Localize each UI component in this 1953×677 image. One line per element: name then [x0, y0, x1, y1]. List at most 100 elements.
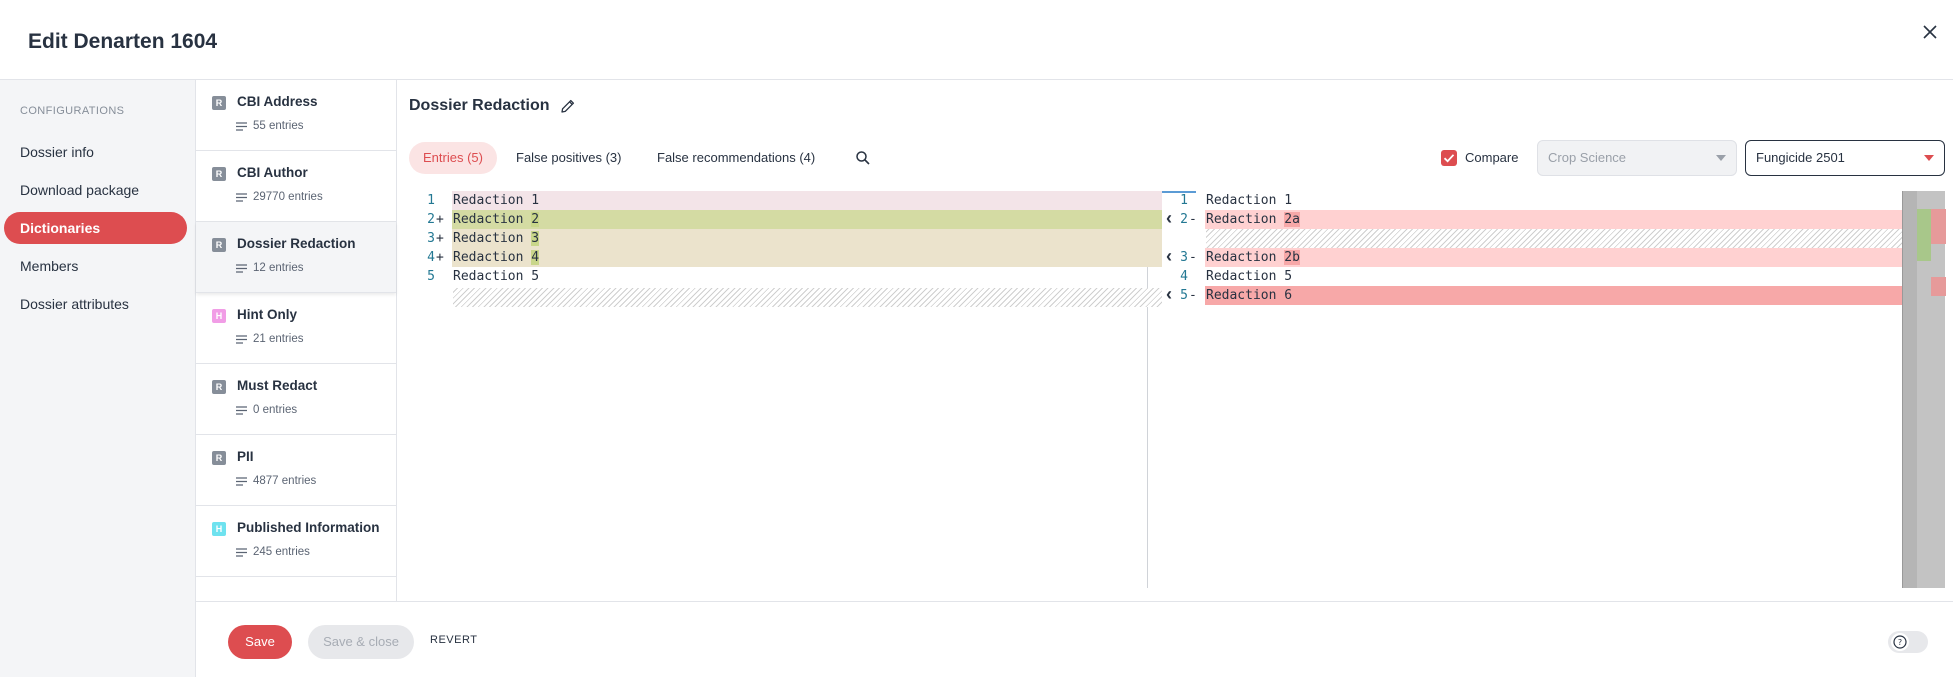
diff-pane-original[interactable]: 1 Redaction 1 2 + Redaction 2 3 + Redaction 3 4 +… [409, 191, 1196, 588]
dictionary-item[interactable]: R Must Redact 0 entries [196, 364, 396, 435]
dialog-footer: Save Save & close REVERT ? [196, 601, 1953, 677]
tab-false-positives[interactable]: False positives (3) [502, 142, 635, 174]
diff-line-token: 5 [531, 269, 540, 284]
edit-pencil-icon[interactable] [559, 97, 577, 115]
minimap[interactable] [1902, 191, 1946, 588]
line-number: 4 [427, 250, 435, 265]
diff-sign: + [436, 231, 444, 246]
diff-line[interactable]: Redaction 2 [453, 210, 540, 229]
sidebar-item-members[interactable]: Members [4, 250, 187, 282]
diff-line[interactable]: Redaction 2b [1206, 248, 1300, 267]
diff-sign: - [1189, 250, 1197, 265]
diff-line-text: Redaction [453, 193, 532, 208]
dictionary-entry-count: 12 entries [253, 262, 304, 274]
help-mode-toggle[interactable]: ? [1888, 631, 1928, 653]
dictionary-name: Dossier Redaction [237, 236, 356, 251]
diff-sign: + [436, 212, 444, 227]
diff-line-token: 4 [531, 250, 540, 265]
compare-target-select[interactable]: Fungicide 2501 [1745, 140, 1945, 176]
dictionary-name: Must Redact [237, 378, 318, 393]
diff-line-text: Redaction [453, 231, 532, 246]
diff-line[interactable]: Redaction 5 [453, 267, 539, 286]
dictionary-entry-count: 21 entries [253, 333, 304, 345]
dictionary-type-badge: H [212, 309, 226, 323]
minimap-removed-marker [1931, 209, 1946, 244]
line-number: 2 [427, 212, 435, 227]
diff-line[interactable]: Redaction 5 [1206, 267, 1292, 286]
compare-label: Compare [1465, 150, 1519, 165]
sidebar-item-dossier-attributes[interactable]: Dossier attributes [4, 288, 187, 320]
sidebar-item-dictionaries[interactable]: Dictionaries [4, 212, 187, 244]
dictionary-list: R CBI Address 55 entries R CBI Author 29770 e… [196, 80, 397, 601]
diff-line[interactable]: Redaction 4 [453, 248, 540, 267]
diff-line-token: 3 [531, 231, 540, 246]
line-number: 1 [427, 193, 435, 208]
dictionary-item[interactable]: R PII 4877 entries [196, 435, 396, 506]
dictionary-type-badge: R [212, 380, 226, 394]
diff-line-token: 2b [1284, 250, 1300, 265]
diff-pane-modified[interactable]: 1 Redaction 1 ‹ 2- Redaction 2a ‹ 3- Redaction … [1162, 191, 1902, 588]
diff-line-background [452, 191, 1162, 210]
sidebar-item-dossier-info[interactable]: Dossier info [4, 136, 187, 168]
diff-line[interactable]: Redaction 6 [1206, 286, 1293, 305]
dictionary-item[interactable]: R Dossier Redaction 12 entries [196, 222, 396, 293]
dictionary-item[interactable]: R CBI Author 29770 entries [196, 151, 396, 222]
close-icon[interactable] [1918, 20, 1942, 44]
config-sidebar: CONFIGURATIONS Dossier info Download pac… [0, 80, 196, 677]
sidebar-item-download-package[interactable]: Download package [4, 174, 187, 206]
dictionary-name: Published Information [237, 520, 380, 535]
minimap-slider[interactable] [1903, 191, 1917, 588]
checkmark-icon [1443, 154, 1455, 163]
list-icon [236, 193, 247, 202]
tab-entries[interactable]: Entries (5) [409, 142, 497, 174]
diff-line-text: Redaction [1206, 269, 1285, 284]
dictionary-item[interactable]: H Hint Only 21 entries [196, 293, 396, 364]
diff-line-token: 1 [1284, 193, 1293, 208]
dictionary-name: CBI Author [237, 165, 308, 180]
diff-line-text: Redaction [453, 250, 532, 265]
dictionary-type-badge: R [212, 451, 226, 465]
diff-line[interactable]: Redaction 2a [1206, 210, 1300, 229]
list-icon [236, 548, 247, 557]
diff-line[interactable]: Redaction 1 [1206, 191, 1292, 210]
diff-placeholder-hatch [1206, 229, 1902, 248]
dictionary-entry-count: 55 entries [253, 120, 304, 132]
tab-false-recommendations[interactable]: False recommendations (4) [643, 142, 829, 174]
diff-line-background [1205, 210, 1902, 229]
diff-line-background [1205, 286, 1902, 305]
compare-target-value: Fungicide 2501 [1756, 150, 1845, 165]
dictionary-name: PII [237, 449, 254, 464]
list-icon [236, 122, 247, 131]
list-icon [236, 477, 247, 486]
save-close-button: Save & close [308, 625, 414, 659]
compare-checkbox[interactable] [1441, 150, 1457, 166]
dictionary-item[interactable]: R CBI Address 55 entries [196, 80, 396, 151]
minimap-removed-marker [1931, 277, 1946, 296]
revert-button[interactable]: REVERT [430, 634, 477, 646]
diff-line[interactable]: Redaction 3 [453, 229, 540, 248]
list-icon [236, 406, 247, 415]
page-title: Dossier Redaction [409, 97, 550, 114]
diff-line[interactable]: Redaction 1 [453, 191, 539, 210]
dictionary-item[interactable]: H Published Information 245 entries [196, 506, 396, 577]
dialog-title: Edit Denarten 1604 [28, 30, 218, 53]
save-button[interactable]: Save [228, 625, 292, 659]
dictionary-entry-count: 29770 entries [253, 191, 323, 203]
compare-source-select: Crop Science [1537, 140, 1737, 176]
diff-editor[interactable]: 1 Redaction 1 2 + Redaction 2 3 + Redaction 3 4 +… [409, 191, 1946, 588]
line-number: 3 [1180, 250, 1188, 265]
diff-line-token: 6 [1284, 288, 1293, 303]
minimap-added-marker [1917, 209, 1931, 261]
dictionary-type-badge: R [212, 96, 226, 110]
help-icon: ? [1891, 633, 1909, 651]
diff-line-token: 2 [531, 212, 540, 227]
diff-line-token: 1 [531, 193, 540, 208]
diff-line-text: Redaction [1206, 212, 1285, 227]
line-number: 3 [427, 231, 435, 246]
list-icon [236, 335, 247, 344]
list-icon [236, 264, 247, 273]
search-icon[interactable] [855, 150, 871, 166]
dictionary-name: CBI Address [237, 94, 318, 109]
dictionary-entry-count: 0 entries [253, 404, 298, 416]
diff-line-text: Redaction [1206, 288, 1285, 303]
